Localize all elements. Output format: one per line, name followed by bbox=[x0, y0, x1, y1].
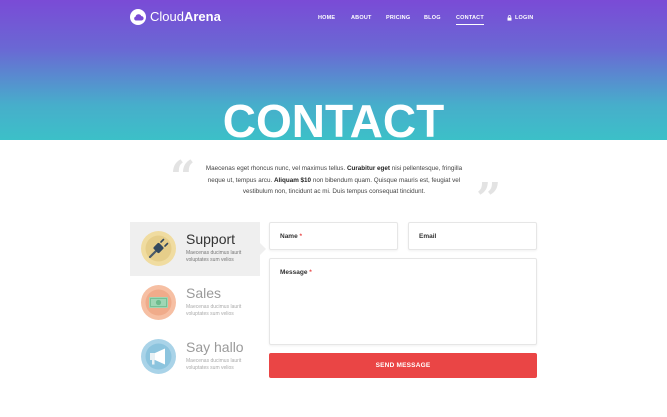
intro-quote: “ Maecenas eget rhoncus nunc, vel maximu… bbox=[170, 152, 501, 222]
contact-option-description: Maecenas ducimus laurit voluptates sum v… bbox=[186, 250, 242, 263]
name-label: Name * bbox=[280, 233, 303, 240]
contact-option-title: Sales bbox=[186, 285, 222, 301]
email-label: Email bbox=[419, 233, 437, 240]
lock-icon bbox=[507, 15, 512, 21]
nav-item-home[interactable]: HOME bbox=[318, 14, 335, 22]
message-label: Message * bbox=[280, 269, 312, 276]
page-title: CONTACT bbox=[222, 95, 445, 140]
nav-item-contact[interactable]: CONTACT bbox=[456, 14, 484, 25]
quote-text: Maecenas eget rhoncus nunc, vel maximus … bbox=[205, 165, 463, 195]
login-link[interactable]: LOGIN bbox=[507, 14, 533, 22]
open-quote-icon: “ bbox=[170, 152, 196, 203]
plug-icon bbox=[141, 231, 176, 266]
login-label: LOGIN bbox=[515, 15, 534, 21]
contact-option-say-hallo[interactable]: Say hallo Maecenas ducimus laurit volupt… bbox=[130, 330, 260, 384]
send-message-button[interactable]: SEND MESSAGE bbox=[269, 353, 537, 378]
hero-banner: CloudArena HOME ABOUT PRICING BLOG CONTA… bbox=[0, 0, 667, 140]
nav-item-about[interactable]: ABOUT bbox=[351, 14, 372, 22]
brand-logo[interactable]: CloudArena bbox=[130, 9, 221, 25]
email-field[interactable]: Email bbox=[408, 222, 537, 250]
megaphone-icon bbox=[141, 339, 176, 374]
message-field[interactable]: Message * bbox=[269, 258, 537, 345]
contact-option-title: Support bbox=[186, 231, 236, 247]
contact-option-description: Maecenas ducimus laurit voluptates sum v… bbox=[186, 304, 242, 317]
brand-name: CloudArena bbox=[150, 9, 221, 24]
cloud-icon bbox=[130, 9, 146, 25]
nav-item-blog[interactable]: BLOG bbox=[424, 14, 441, 22]
money-icon bbox=[141, 285, 176, 320]
contact-option-description: Maecenas ducimus laurit voluptates sum v… bbox=[186, 358, 242, 371]
contact-option-title: Say hallo bbox=[186, 339, 244, 355]
contact-option-sales[interactable]: Sales Maecenas ducimus laurit voluptates… bbox=[130, 276, 260, 330]
close-quote-icon: ” bbox=[476, 174, 502, 225]
nav-item-pricing[interactable]: PRICING bbox=[386, 14, 410, 22]
name-field[interactable]: Name * bbox=[269, 222, 398, 250]
contact-option-support[interactable]: Support Maecenas ducimus laurit voluptat… bbox=[130, 222, 266, 276]
